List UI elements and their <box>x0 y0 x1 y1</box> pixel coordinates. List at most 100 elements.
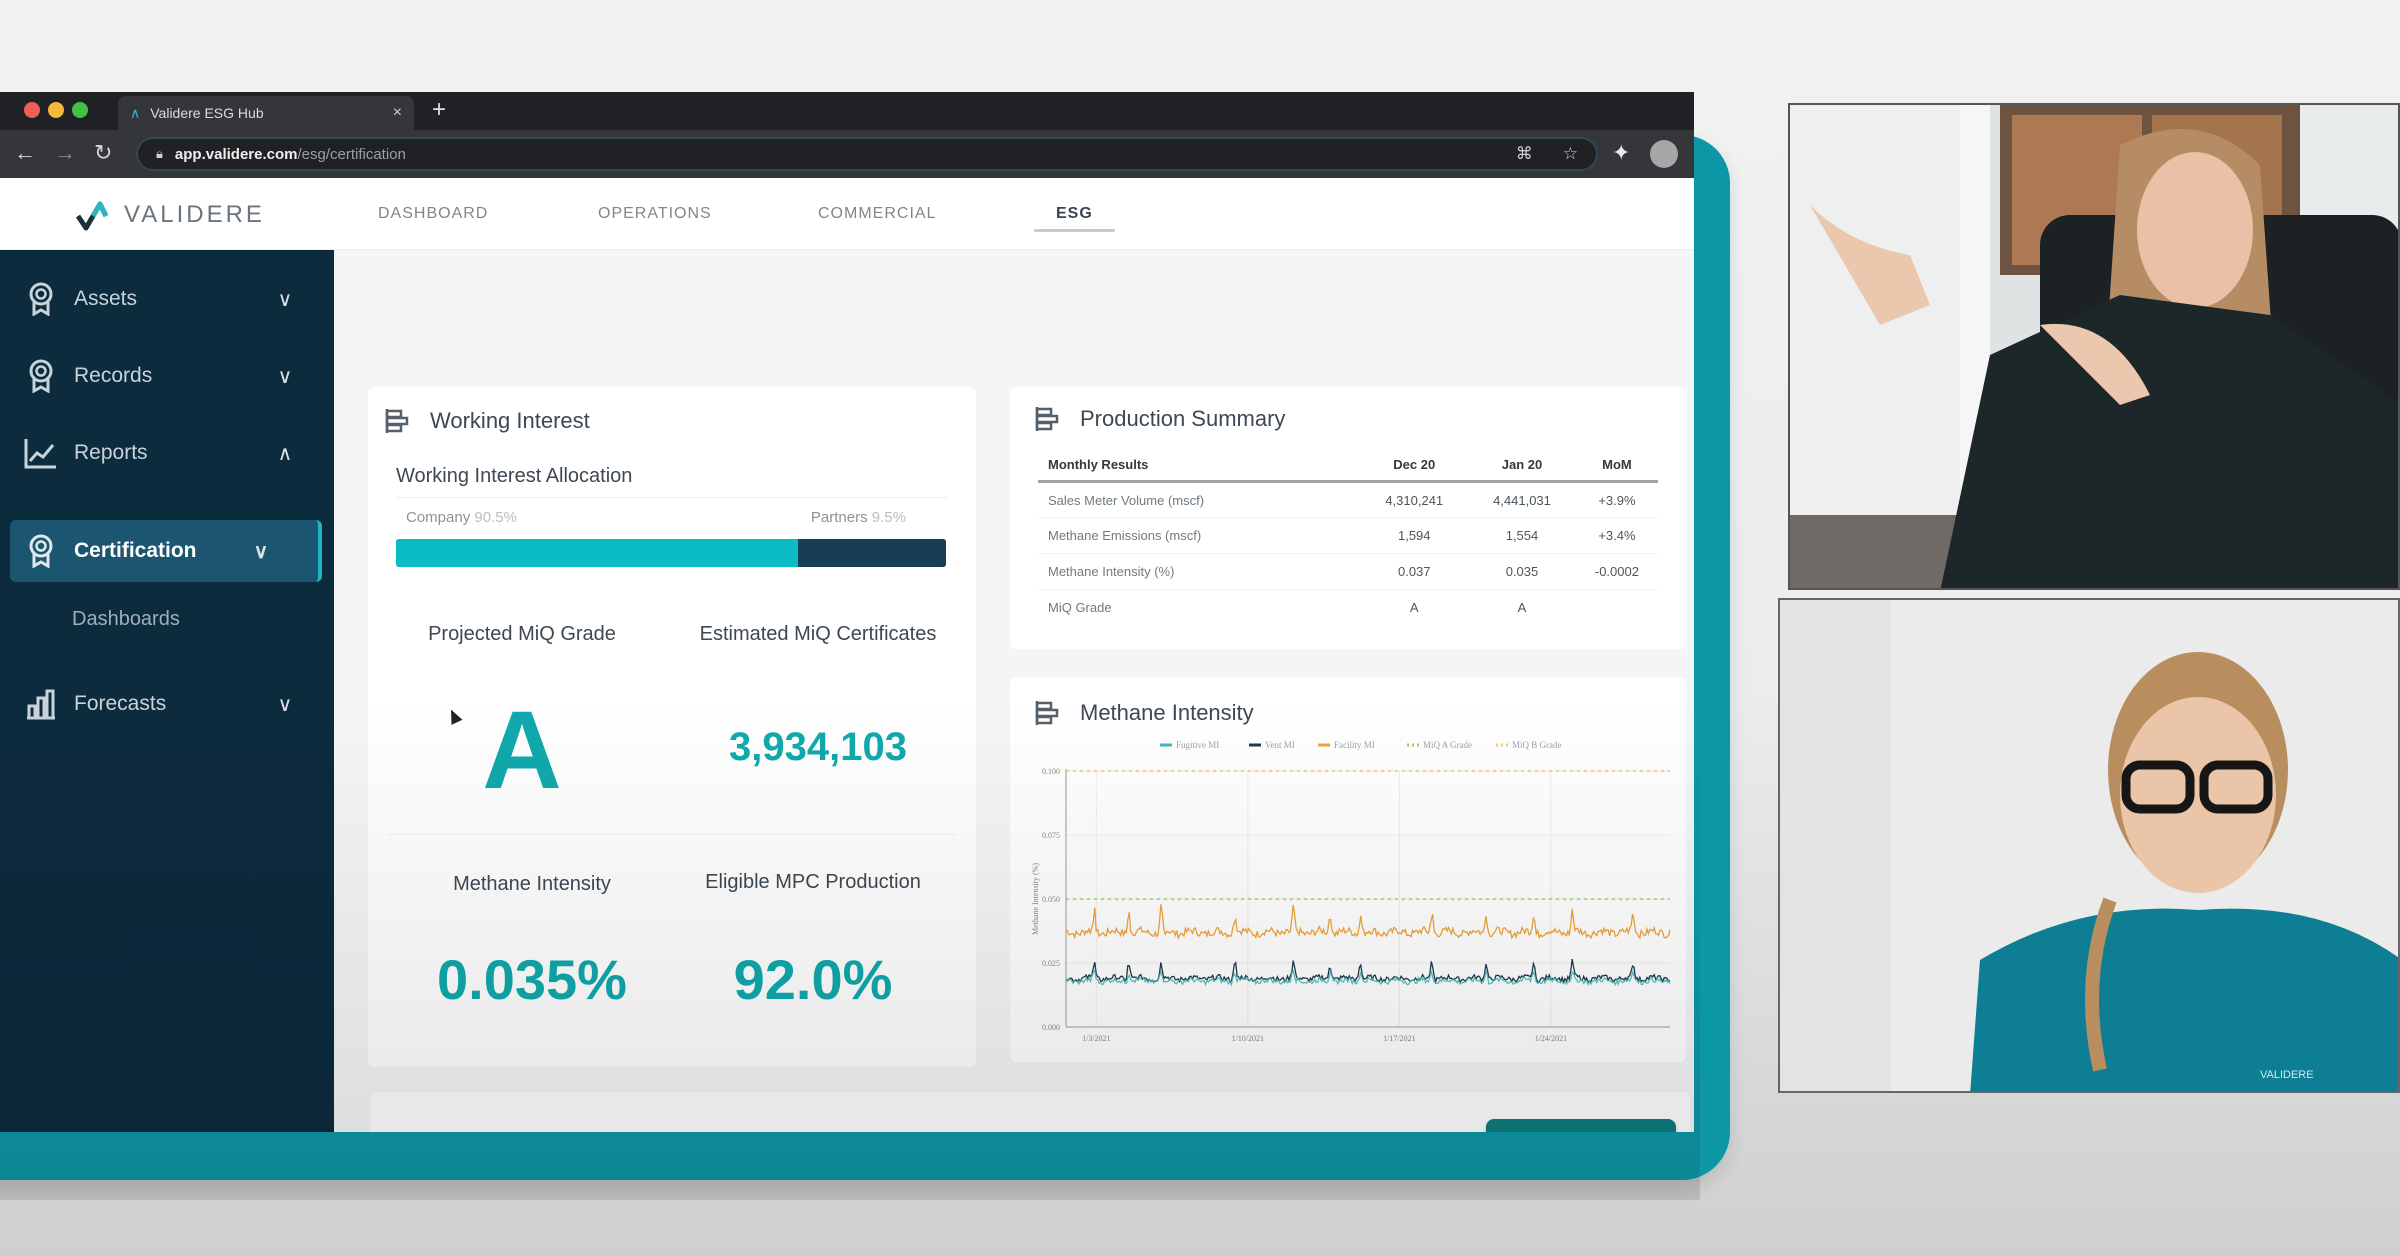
table-cell: Methane Emissions (mscf) <box>1038 517 1361 554</box>
table-cell: 0.035 <box>1468 553 1576 590</box>
table-cell: 4,310,241 <box>1360 481 1469 518</box>
table-cell: +3.4% <box>1575 517 1658 554</box>
chevron-up-icon: ∧ <box>277 442 293 465</box>
company-label: Company <box>406 509 471 526</box>
nav-esg[interactable]: ESG <box>1034 178 1115 250</box>
url-host: app.validere.com <box>174 145 298 163</box>
company-pct: 90.5% <box>474 509 517 526</box>
partners-pct: 9.5% <box>871 509 906 526</box>
table-header-row: Monthly Results Dec 20 Jan 20 MoM <box>1038 457 1658 483</box>
legend-label: Facility MI <box>1334 740 1375 750</box>
award-icon <box>24 534 58 568</box>
working-interest-title: Working Interest <box>430 408 590 433</box>
chevron-down-icon: ∨ <box>277 365 293 388</box>
company-legend: Company 90.5% <box>406 509 517 526</box>
close-tab-icon[interactable]: × <box>393 104 402 122</box>
sidebar-item-label: Reports <box>74 441 148 464</box>
column-header: Jan 20 <box>1468 457 1576 483</box>
allocation-bar-partners <box>797 539 946 567</box>
methane-intensity-label: Methane Intensity <box>453 873 611 895</box>
sidebar-item-reports[interactable]: Reports ∧ <box>10 422 322 484</box>
table-row: Sales Meter Volume (mscf) 4,310,241 4,44… <box>1038 481 1658 518</box>
validere-logo[interactable]: VALIDERE <box>76 198 265 232</box>
nav-operations[interactable]: OPERATIONS <box>598 178 712 250</box>
sidebar-item-records[interactable]: Records ∨ <box>10 345 322 407</box>
participant-1-video-icon <box>1790 105 2398 588</box>
legend-label: Fugitive MI <box>1176 740 1219 750</box>
video-tile-participant-2: VALIDERE <box>1778 598 2400 1093</box>
new-tab-button[interactable]: + <box>432 96 446 124</box>
nav-commercial[interactable]: COMMERCIAL <box>818 178 936 250</box>
methane-intensity-title: Methane Intensity <box>1080 700 1254 725</box>
table-cell: A <box>1517 600 1527 616</box>
column-header: Dec 20 <box>1360 457 1469 483</box>
sidebar-item-label: Records <box>74 364 153 387</box>
panel-bars-icon <box>385 409 409 433</box>
y-tick-label: 0.050 <box>1042 895 1060 904</box>
sidebar-item-label: Forecasts <box>74 692 167 715</box>
projected-grade-value: A <box>482 689 562 812</box>
partners-label: Partners <box>810 509 868 526</box>
projected-grade-label: Projected MiQ Grade <box>428 623 616 645</box>
sidebar-item-certification[interactable]: Certification ∨ <box>10 520 322 582</box>
profile-avatar[interactable] <box>1650 140 1678 168</box>
chevron-down-icon: ∨ <box>277 288 293 311</box>
column-header: MoM <box>1575 457 1658 483</box>
close-window-button[interactable] <box>24 102 40 118</box>
table-row: MiQ Grade A A <box>1038 590 1658 626</box>
back-arrow-icon[interactable]: ← <box>14 140 36 166</box>
line-chart-icon <box>24 436 58 470</box>
sidebar: Assets ∨ Records ∨ Reports ∧ Certificati… <box>0 250 334 1132</box>
shirt-logo-text: VALIDERE <box>2260 1069 2314 1081</box>
methane-intensity-card: Methane Intensity Fugitive MI Vent MI Faci… <box>1010 677 1686 1062</box>
table-cell: 1,594 <box>1360 517 1469 554</box>
legend-label: MiQ A Grade <box>1423 740 1472 750</box>
methane-intensity-header: Methane Intensity <box>1034 699 1254 727</box>
bar-chart-icon <box>24 687 58 721</box>
export-all-button[interactable]: Export All <box>1486 1119 1676 1132</box>
table-cell: Sales Meter Volume (mscf) <box>1038 481 1361 518</box>
panel-bars-icon <box>1035 701 1059 725</box>
sidebar-item-assets[interactable]: Assets ∨ <box>10 268 322 330</box>
reload-icon[interactable]: ↻ <box>94 140 112 166</box>
chevron-down-icon: ∨ <box>277 693 293 716</box>
production-summary-header: Production Summary <box>1034 405 1285 433</box>
extensions-puzzle-icon[interactable]: ✦ <box>1612 140 1630 166</box>
allocation-bar <box>396 539 946 567</box>
award-icon <box>24 359 58 393</box>
production-summary-card: Production Summary Monthly Results Dec 2… <box>1010 387 1686 649</box>
sidebar-item-label: Assets <box>74 287 138 310</box>
forward-arrow-icon[interactable]: → <box>54 140 76 166</box>
address-bar[interactable]: 🔒︎ app.validere.com/esg/certification ⌘ … <box>136 137 1598 171</box>
validere-favicon-icon: ∧ <box>130 104 141 121</box>
table-cell: 1,554 <box>1468 517 1576 554</box>
estimated-certificates-label: Estimated MiQ Certificates <box>699 623 937 645</box>
app-header: VALIDERE DASHBOARD OPERATIONS COMMERCIAL… <box>0 178 1694 250</box>
browser-tab[interactable]: ∧ Validere ESG Hub × <box>118 96 414 130</box>
lock-icon: 🔒︎ <box>156 146 163 161</box>
x-tick-label: 1/24/2021 <box>1535 1034 1567 1043</box>
nav-dashboard[interactable]: DASHBOARD <box>378 178 488 250</box>
table-row: Methane Emissions (mscf) 1,594 1,554 +3.… <box>1038 517 1658 554</box>
table-row: Methane Intensity (%) 0.037 0.035 -0.000… <box>1038 553 1658 590</box>
table-cell: A <box>1409 600 1419 616</box>
url-path: /esg/certification <box>297 145 406 163</box>
table-cell: 4,441,031 <box>1468 481 1576 518</box>
eligible-mpc-label: Eligible MPC Production <box>705 871 921 893</box>
minimize-window-button[interactable] <box>48 102 64 118</box>
sidebar-subitem-dashboards[interactable]: Dashboards <box>72 608 180 631</box>
command-icon[interactable]: ⌘ <box>1516 144 1533 164</box>
estimated-certificates-value: 3,934,103 <box>729 725 907 769</box>
maximize-window-button[interactable] <box>72 102 88 118</box>
main-content: Working Interest Working Interest Alloca… <box>334 250 1694 1132</box>
legend-label: MiQ B Grade <box>1512 740 1562 750</box>
validere-logo-mark-icon <box>76 201 109 231</box>
table-cell: -0.0002 <box>1575 553 1658 590</box>
divider <box>396 497 948 498</box>
bookmark-star-icon[interactable]: ☆ <box>1563 144 1578 164</box>
methane-intensity-chart[interactable]: Fugitive MI Vent MI Facility MI MiQ A Grade… <box>1020 735 1680 1055</box>
sidebar-item-forecasts[interactable]: Forecasts ∨ <box>10 673 322 735</box>
tab-title: Validere ESG Hub <box>150 105 264 121</box>
legend-label: Vent MI <box>1265 740 1295 750</box>
certified-facilities-card: Certified Facilities Export All <box>370 1092 1690 1132</box>
